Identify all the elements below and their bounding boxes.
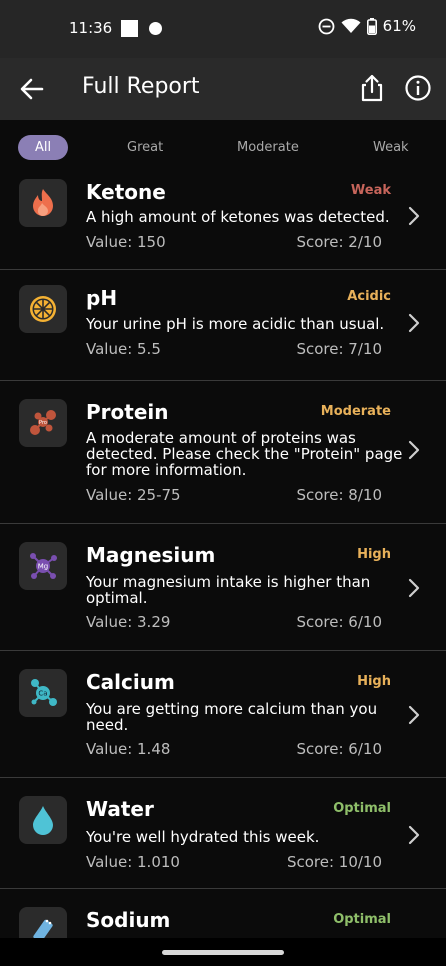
status-indicators: 61% — [318, 17, 416, 35]
item-icon-box: Pro — [19, 399, 67, 447]
list-item-calcium[interactable]: Ca Calcium High You are getting more cal… — [0, 651, 446, 778]
item-icon-box — [19, 179, 67, 227]
water-drop-icon — [33, 806, 53, 835]
item-icon-box: Mg — [19, 542, 67, 590]
flame-icon — [33, 189, 53, 217]
filter-great[interactable]: Great — [127, 135, 163, 160]
page-title: Full Report — [82, 74, 200, 99]
wifi-icon — [341, 18, 361, 33]
status-bar: 11:36 61% — [0, 0, 446, 58]
item-name: Magnesium — [86, 543, 216, 567]
item-description: Your urine pH is more acidic than usual. — [86, 315, 385, 333]
item-description: You're well hydrated this week. — [86, 828, 320, 846]
battery-icon — [366, 17, 377, 35]
app-bar: Full Report — [0, 58, 446, 120]
status-badge: Optimal — [333, 912, 391, 927]
filter-weak[interactable]: Weak — [373, 135, 409, 160]
item-icon-box — [19, 285, 67, 333]
chevron-right-icon — [408, 313, 420, 333]
do-not-disturb-icon — [318, 18, 335, 34]
item-name: Protein — [86, 400, 169, 424]
item-score: Score: 8/10 — [296, 486, 382, 504]
item-name: Water — [86, 797, 154, 821]
item-value: Value: 150 — [86, 233, 166, 251]
item-score: Score: 10/10 — [286, 853, 382, 871]
notification-square-icon — [121, 20, 138, 37]
status-time: 11:36 — [69, 19, 113, 37]
status-badge: Optimal — [333, 801, 391, 816]
list-item-protein[interactable]: Pro Protein Moderate A moderate amount o… — [0, 381, 446, 524]
item-name: Calcium — [86, 670, 175, 694]
filter-all[interactable]: All — [18, 135, 69, 160]
status-badge: Moderate — [320, 404, 391, 419]
item-description: Your magnesium intake is higher than opt… — [86, 573, 371, 607]
chevron-right-icon — [408, 206, 420, 226]
item-value: Value: 3.29 — [86, 613, 171, 631]
item-score: Score: 6/10 — [296, 613, 382, 631]
item-value: Value: 25-75 — [86, 486, 181, 504]
navigation-bar — [0, 938, 446, 966]
item-name: pH — [86, 286, 118, 310]
protein-molecule-icon: Pro — [30, 410, 56, 435]
magnesium-molecule-icon: Mg — [30, 553, 57, 579]
calcium-molecule-icon: Ca — [31, 679, 57, 706]
item-description: You are getting more calcium than you ne… — [86, 700, 378, 734]
item-value: Value: 5.5 — [86, 340, 161, 358]
item-icon-box — [19, 796, 67, 844]
chevron-right-icon — [408, 705, 420, 725]
status-badge: High — [357, 547, 391, 562]
item-score: Score: 7/10 — [296, 340, 382, 358]
filter-tabs: All Great Moderate Weak — [0, 120, 446, 174]
svg-text:Mg: Mg — [38, 563, 48, 571]
svg-text:Ca: Ca — [38, 690, 47, 698]
item-name: Ketone — [86, 180, 166, 204]
share-icon[interactable] — [357, 73, 387, 103]
home-gesture-handle[interactable] — [162, 950, 284, 955]
list-item-ph[interactable]: pH Acidic Your urine pH is more acidic t… — [0, 270, 446, 381]
chevron-right-icon — [408, 578, 420, 598]
list-item-ketone[interactable]: Ketone Weak A high amount of ketones was… — [0, 174, 446, 270]
item-description: A high amount of ketones was detected. — [86, 208, 390, 226]
item-value: Value: 1.48 — [86, 740, 171, 758]
svg-text:Pro: Pro — [39, 420, 47, 426]
battery-percent: 61% — [382, 17, 416, 35]
citrus-icon — [30, 296, 56, 322]
notification-dot-icon — [149, 22, 162, 35]
item-description: A moderate amount of proteins was detect… — [86, 429, 403, 479]
item-name: Sodium — [86, 908, 171, 932]
item-score: Score: 2/10 — [296, 233, 382, 251]
chevron-right-icon — [408, 825, 420, 845]
item-icon-box: Ca — [19, 669, 67, 717]
filter-moderate[interactable]: Moderate — [237, 135, 299, 160]
back-arrow-icon[interactable] — [18, 75, 46, 103]
info-icon[interactable] — [404, 74, 432, 102]
status-badge: Weak — [350, 183, 391, 198]
status-badge: Acidic — [347, 289, 391, 304]
list-item-water[interactable]: Water Optimal You're well hydrated this … — [0, 778, 446, 889]
item-score: Score: 6/10 — [296, 740, 382, 758]
chevron-right-icon — [408, 440, 420, 460]
report-list: Ketone Weak A high amount of ketones was… — [0, 174, 446, 959]
list-item-magnesium[interactable]: Mg Magnesium High Your magnesium intake … — [0, 524, 446, 651]
item-value: Value: 1.010 — [86, 853, 180, 871]
status-badge: High — [357, 674, 391, 689]
